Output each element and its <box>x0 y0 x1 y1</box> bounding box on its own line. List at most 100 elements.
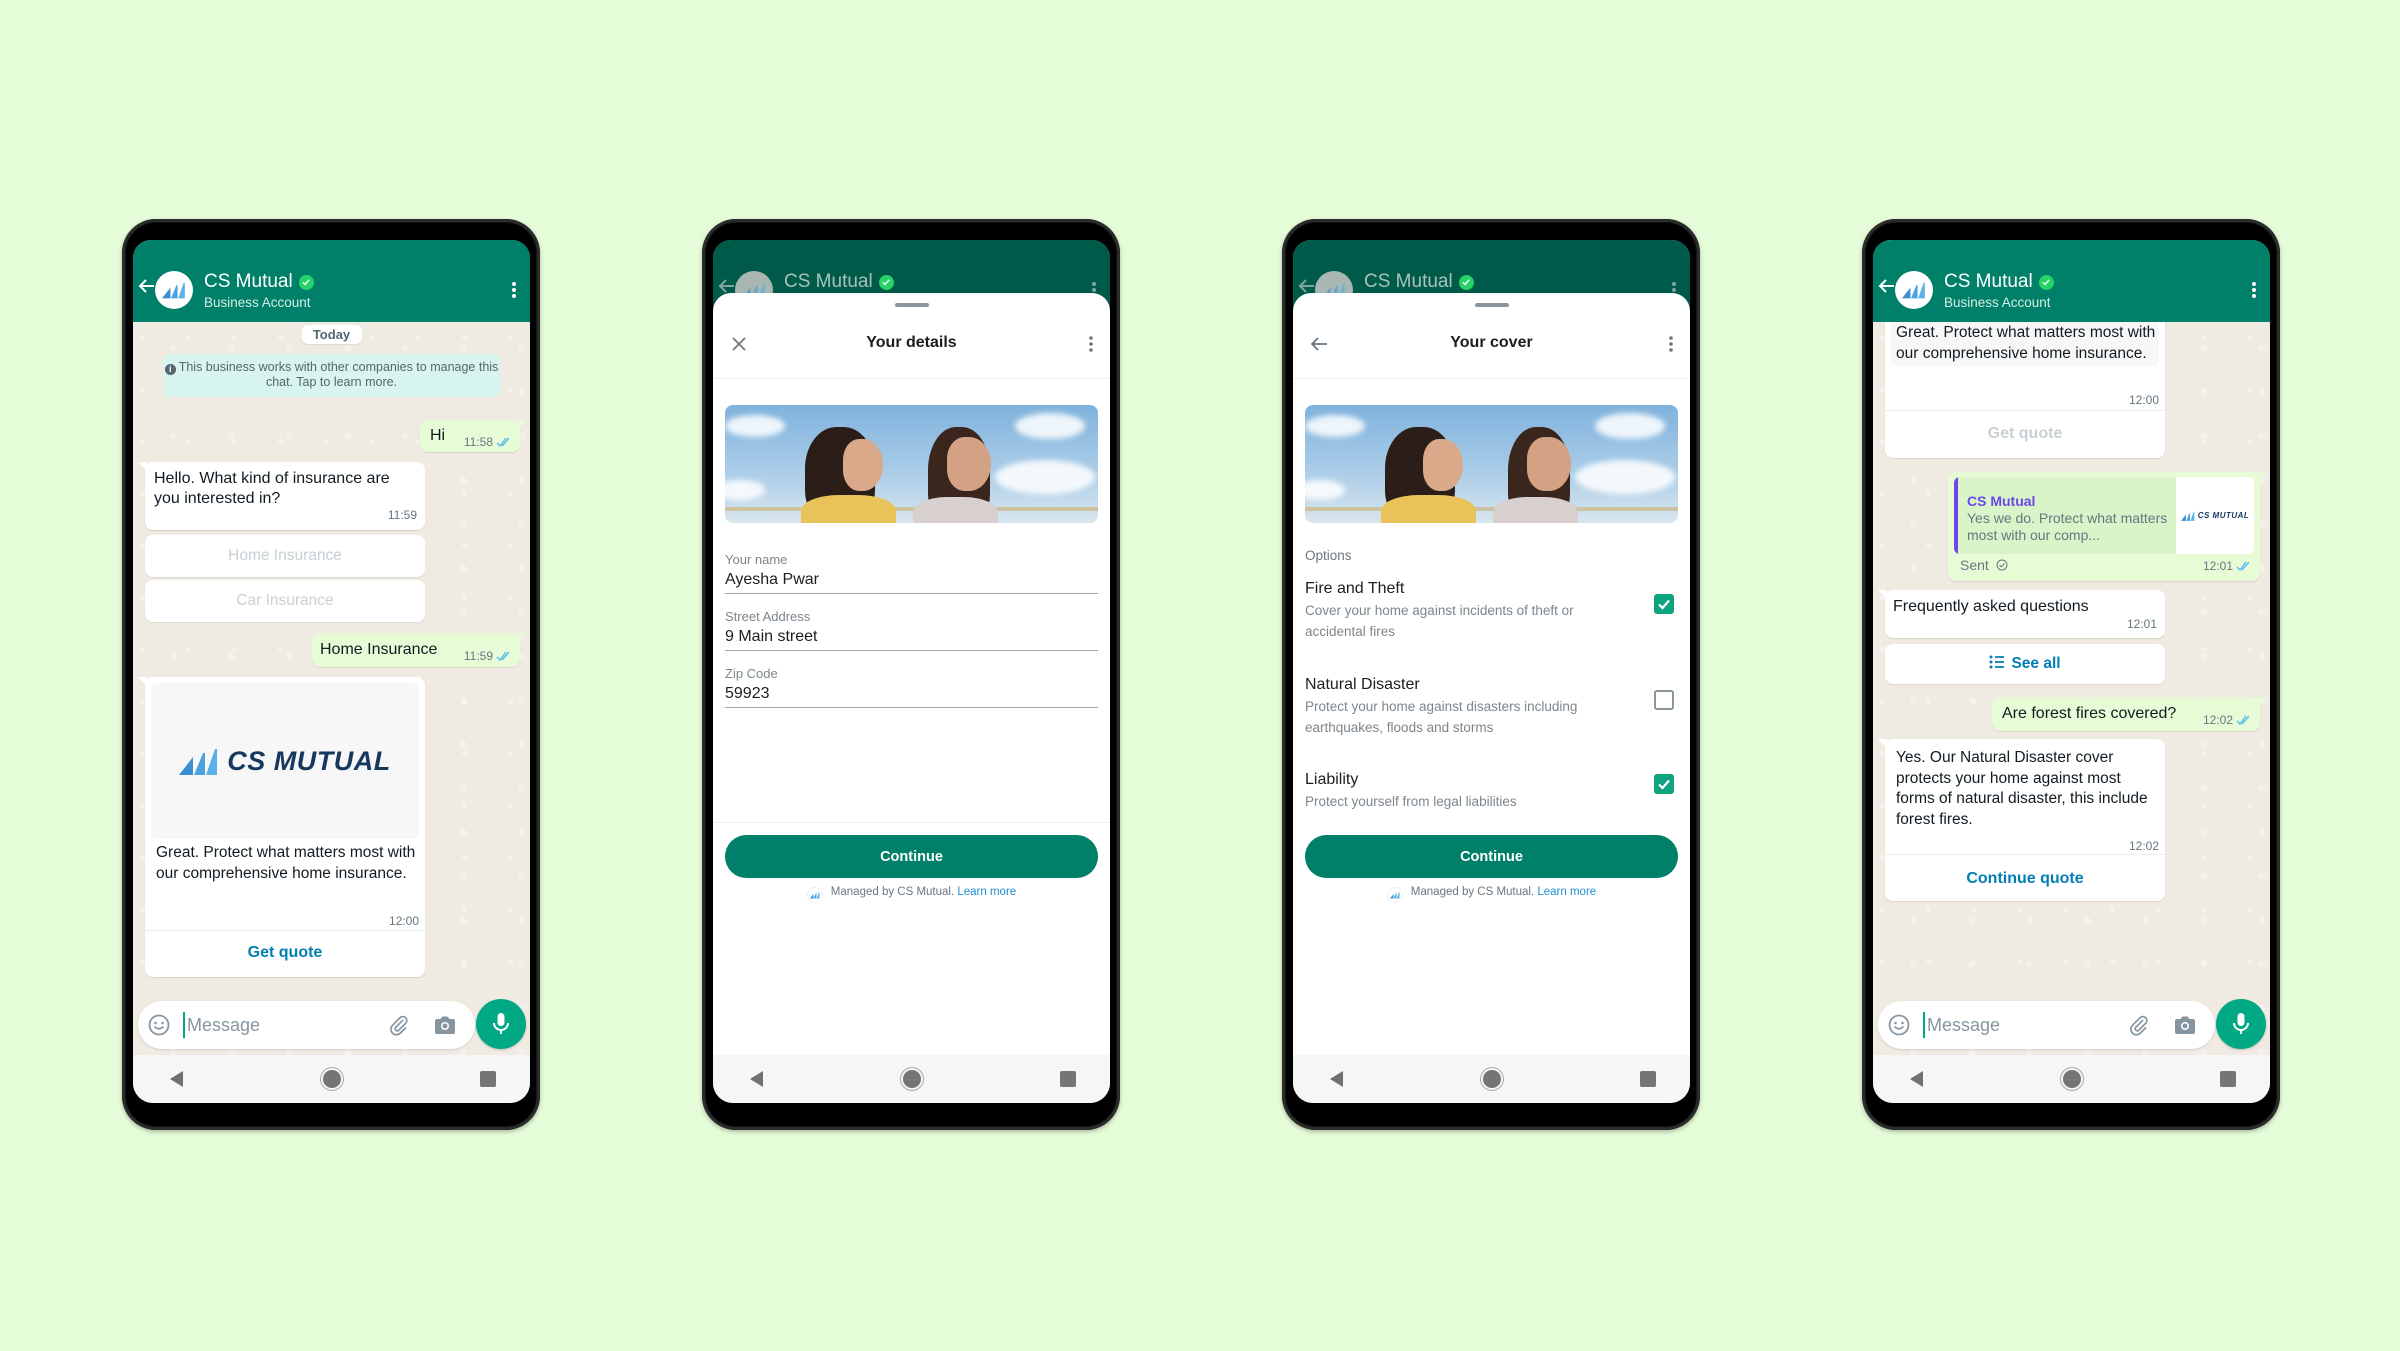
camera-icon[interactable] <box>2173 1014 2197 1036</box>
continue-button[interactable]: Continue <box>1305 835 1678 878</box>
checkbox-natural-disaster[interactable] <box>1654 690 1674 710</box>
name-field[interactable] <box>725 566 1098 594</box>
nav-recents-icon[interactable] <box>1640 1071 1656 1087</box>
see-all-button[interactable]: See all <box>1885 644 2165 684</box>
info-banner-text: This business works with other companies… <box>178 360 499 389</box>
nav-home-icon[interactable] <box>322 1070 341 1088</box>
avatar[interactable] <box>1895 271 1933 309</box>
checkmark-icon <box>1656 596 1672 612</box>
managed-text: Managed by CS Mutual. <box>1410 886 1535 898</box>
system-nav-bar <box>1873 1055 2270 1103</box>
message-input[interactable] <box>1923 1012 2103 1038</box>
microphone-button[interactable] <box>476 999 526 1049</box>
street-address-field[interactable] <box>725 623 1098 651</box>
arrow-left-icon[interactable] <box>138 277 156 295</box>
divider <box>145 930 425 931</box>
checkmark-icon <box>1656 776 1672 792</box>
avatar[interactable] <box>155 271 193 309</box>
message-out[interactable]: Hi 11:58 <box>420 420 527 452</box>
message-input[interactable] <box>183 1012 363 1038</box>
nav-back-icon[interactable] <box>750 1071 763 1087</box>
contact-name[interactable]: CS Mutual <box>204 271 314 293</box>
message-text: Are forest fires covered? <box>2002 705 2177 722</box>
contact-name[interactable]: CS Mutual <box>1944 271 2054 293</box>
see-all-label: See all <box>2011 655 2061 672</box>
option-title: Liability <box>1305 771 1359 788</box>
checkbox-fire-and-theft[interactable] <box>1654 594 1674 614</box>
message-time: 12:02 <box>2202 713 2233 727</box>
contact-name-text: CS Mutual <box>784 271 873 292</box>
chat-header: CS Mutual Business Account <box>1873 240 2270 322</box>
more-vertical-icon[interactable] <box>1089 335 1093 353</box>
more-vertical-icon[interactable] <box>512 281 516 299</box>
phone-chat-start: CS Mutual Business Account Today i This b… <box>122 219 540 1130</box>
more-vertical-icon[interactable] <box>2252 281 2256 299</box>
message-text: Hi <box>430 427 446 444</box>
option-description: Protect your home against disasters incl… <box>1305 699 1578 735</box>
arrow-left-icon[interactable] <box>1878 277 1896 295</box>
hero-photo <box>1305 405 1678 523</box>
read-receipt-icon <box>2236 715 2252 725</box>
zip-code-field[interactable] <box>725 680 1098 708</box>
verified-badge-icon <box>298 274 314 290</box>
nav-back-icon[interactable] <box>1910 1071 1923 1087</box>
nav-recents-icon[interactable] <box>480 1071 496 1087</box>
divider <box>1885 410 2165 411</box>
quick-reply-car-insurance[interactable]: Car Insurance <box>145 580 425 622</box>
date-badge: Today <box>300 325 363 344</box>
sheet-drag-handle[interactable] <box>1474 303 1509 307</box>
info-banner[interactable]: i This business works with other companie… <box>163 354 500 397</box>
message-text: Great. Protect what matters most with ou… <box>156 844 416 882</box>
flow-sheet: Your cover Options Fire and Theft Cover … <box>1293 293 1690 1055</box>
learn-more-link[interactable]: Learn more <box>957 886 1016 898</box>
nav-recents-icon[interactable] <box>2220 1071 2236 1087</box>
phone-flow-cover: CS Mutual Your cover Options Fire and Th… <box>1282 219 1700 1130</box>
sheet-drag-handle[interactable] <box>894 303 929 307</box>
quoted-message[interactable]: CS Mutual Yes we do. Protect what matter… <box>1954 477 2254 554</box>
message-text: Yes. Our Natural Disaster cover protects… <box>1896 749 2148 828</box>
more-vertical-icon[interactable] <box>1669 335 1673 353</box>
get-quote-button[interactable]: Get quote <box>1885 424 2165 444</box>
nav-home-icon[interactable] <box>1482 1070 1501 1088</box>
nav-back-icon[interactable] <box>170 1071 183 1087</box>
message-text: Great. Protect what matters most with ou… <box>1896 324 2156 362</box>
learn-more-link[interactable]: Learn more <box>1537 886 1596 898</box>
option-description: Cover your home against incidents of the… <box>1305 603 1574 639</box>
paperclip-icon[interactable] <box>2128 1014 2150 1036</box>
nav-recents-icon[interactable] <box>1060 1071 1076 1087</box>
message-in[interactable]: Frequently asked questions 12:01 <box>1878 590 2165 638</box>
emoji-icon[interactable] <box>1888 1014 1910 1036</box>
message-out[interactable]: Home Insurance 11:59 <box>312 633 527 667</box>
contact-name: CS Mutual <box>784 271 894 293</box>
checkbox-liability[interactable] <box>1654 774 1674 794</box>
system-nav-bar <box>713 1055 1110 1103</box>
continue-quote-button[interactable]: Continue quote <box>1885 869 2165 889</box>
microphone-icon <box>2233 1013 2249 1034</box>
message-time: 12:01 <box>2202 559 2233 573</box>
option-title: Natural Disaster <box>1305 676 1420 693</box>
nav-back-icon[interactable] <box>1330 1071 1343 1087</box>
message-in[interactable]: Hello. What kind of insurance are you in… <box>138 462 425 530</box>
flow-reply-message[interactable]: CS Mutual Yes we do. Protect what matter… <box>1948 472 2267 581</box>
sent-status: Sent <box>1960 555 2008 575</box>
quick-reply-home-insurance[interactable]: Home Insurance <box>145 535 425 577</box>
continue-button[interactable]: Continue <box>725 835 1098 878</box>
paperclip-icon[interactable] <box>388 1014 410 1036</box>
read-receipt-icon <box>2236 561 2252 571</box>
message-time: 11:59 <box>387 508 417 522</box>
microphone-icon <box>493 1013 509 1034</box>
camera-icon[interactable] <box>433 1014 457 1036</box>
contact-name-text: CS Mutual <box>204 271 293 292</box>
get-quote-button[interactable]: Get quote <box>145 943 425 963</box>
divider <box>1293 378 1690 379</box>
microphone-button[interactable] <box>2216 999 2266 1049</box>
message-out[interactable]: Are forest fires covered? 12:02 <box>1992 697 2267 731</box>
cs-mutual-logo-icon <box>179 747 219 775</box>
phone-screen: CS Mutual Your details Your name Ayesha … <box>713 240 1110 1103</box>
phone-screen: CS MUTUAL Great. Protect what matters mo… <box>1873 240 2270 1103</box>
message-text: Home Insurance <box>320 641 438 658</box>
nav-home-icon[interactable] <box>2062 1070 2081 1088</box>
emoji-icon[interactable] <box>148 1014 170 1036</box>
message-time: 12:01 <box>2126 617 2157 631</box>
nav-home-icon[interactable] <box>902 1070 921 1088</box>
